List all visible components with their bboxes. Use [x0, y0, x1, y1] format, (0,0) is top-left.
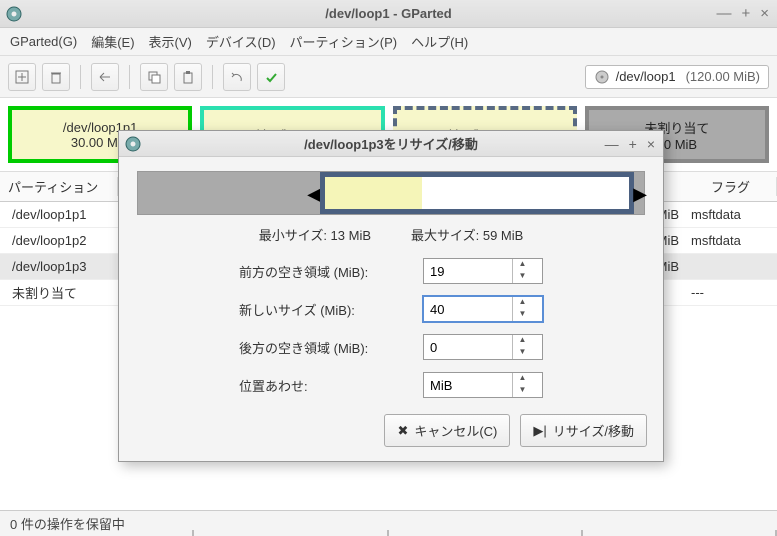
dialog-title: /dev/loop1p3をリサイズ/移動	[304, 134, 478, 153]
resize-slider[interactable]: ◀ ▶	[137, 171, 645, 215]
row-partition: /dev/loop1p2	[0, 233, 118, 248]
app-icon	[6, 6, 22, 22]
cancel-icon: ✖	[397, 423, 408, 439]
preceding-free-input[interactable]	[424, 259, 512, 283]
spin-down-icon[interactable]: ▼	[513, 309, 532, 321]
following-free-label: 後方の空き領域 (MiB):	[239, 338, 409, 357]
menu-edit[interactable]: 編集(E)	[91, 32, 134, 51]
cancel-label: キャンセル(C)	[414, 421, 497, 440]
spin-up-icon[interactable]: ▲	[513, 297, 532, 309]
min-size-label: 最小サイズ: 13 MiB	[259, 225, 371, 244]
new-size-label: 新しいサイズ (MiB):	[239, 300, 409, 319]
maximize-icon[interactable]: +	[741, 5, 750, 22]
align-label: 位置あわせ:	[239, 376, 409, 395]
row-flags: msftdata	[685, 207, 777, 222]
menu-gparted[interactable]: GParted(G)	[10, 34, 77, 49]
free-space	[422, 177, 629, 209]
resize-move-dialog: /dev/loop1p3をリサイズ/移動 — + × ◀ ▶ 最小サイズ: 13…	[118, 130, 664, 462]
max-size-label: 最大サイズ: 59 MiB	[411, 225, 523, 244]
undo-button[interactable]	[223, 63, 251, 91]
spin-down-icon[interactable]: ▼	[513, 385, 532, 397]
spin-up-icon[interactable]: ▲	[513, 335, 532, 347]
spin-down-icon[interactable]: ▼	[513, 271, 532, 283]
resize-handle-left[interactable]: ◀	[308, 172, 320, 216]
app-icon	[125, 136, 141, 152]
menubar: GParted(G) 編集(E) 表示(V) デバイス(D) パーティション(P…	[0, 28, 777, 56]
row-partition: 未割り当て	[0, 283, 118, 302]
new-partition-button[interactable]	[8, 63, 36, 91]
row-flags: msftdata	[685, 233, 777, 248]
apply-button[interactable]	[257, 63, 285, 91]
window-title: /dev/loop1 - GParted	[325, 6, 451, 21]
device-size: (120.00 MiB)	[686, 69, 760, 84]
maximize-icon[interactable]: +	[629, 136, 637, 152]
row-flags: ---	[685, 285, 777, 300]
header-partition[interactable]: パーティション	[0, 177, 118, 196]
new-size-input[interactable]	[424, 297, 512, 321]
preceding-free-spin[interactable]: ▲▼	[423, 258, 543, 284]
align-select[interactable]: ▲▼	[423, 372, 543, 398]
partition-frame[interactable]	[320, 172, 634, 214]
resize-handle-right[interactable]: ▶	[634, 172, 646, 216]
resize-move-button[interactable]	[91, 63, 119, 91]
row-partition: /dev/loop1p1	[0, 207, 118, 222]
resize-icon: ▶|	[533, 423, 546, 439]
spin-up-icon[interactable]: ▲	[513, 373, 532, 385]
menu-view[interactable]: 表示(V)	[149, 32, 192, 51]
menu-help[interactable]: ヘルプ(H)	[411, 32, 468, 51]
disk-icon	[594, 69, 610, 85]
device-selector[interactable]: /dev/loop1 (120.00 MiB)	[585, 65, 769, 89]
resize-label: リサイズ/移動	[553, 421, 634, 440]
row-partition: /dev/loop1p3	[0, 259, 118, 274]
spin-up-icon[interactable]: ▲	[513, 259, 532, 271]
minimize-icon[interactable]: —	[716, 5, 731, 22]
preceding-free-label: 前方の空き領域 (MiB):	[239, 262, 409, 281]
minimize-icon[interactable]: —	[605, 136, 619, 152]
close-icon[interactable]: ×	[647, 136, 655, 152]
menu-device[interactable]: デバイス(D)	[206, 32, 276, 51]
cancel-button[interactable]: ✖ キャンセル(C)	[384, 414, 510, 447]
copy-button[interactable]	[140, 63, 168, 91]
paste-button[interactable]	[174, 63, 202, 91]
spin-down-icon[interactable]: ▼	[513, 347, 532, 359]
dialog-titlebar: /dev/loop1p3をリサイズ/移動 — + ×	[119, 131, 663, 157]
device-name: /dev/loop1	[616, 69, 676, 84]
toolbar: /dev/loop1 (120.00 MiB)	[0, 56, 777, 98]
following-free-input[interactable]	[424, 335, 512, 359]
header-flags[interactable]: フラグ	[685, 177, 777, 196]
menu-partition[interactable]: パーティション(P)	[290, 32, 398, 51]
close-icon[interactable]: ×	[760, 5, 769, 22]
used-space	[325, 177, 422, 209]
delete-partition-button[interactable]	[42, 63, 70, 91]
new-size-spin[interactable]: ▲▼	[423, 296, 543, 322]
resize-move-button[interactable]: ▶| リサイズ/移動	[520, 414, 647, 447]
following-free-spin[interactable]: ▲▼	[423, 334, 543, 360]
main-titlebar: /dev/loop1 - GParted — + ×	[0, 0, 777, 28]
align-value[interactable]	[424, 373, 512, 397]
